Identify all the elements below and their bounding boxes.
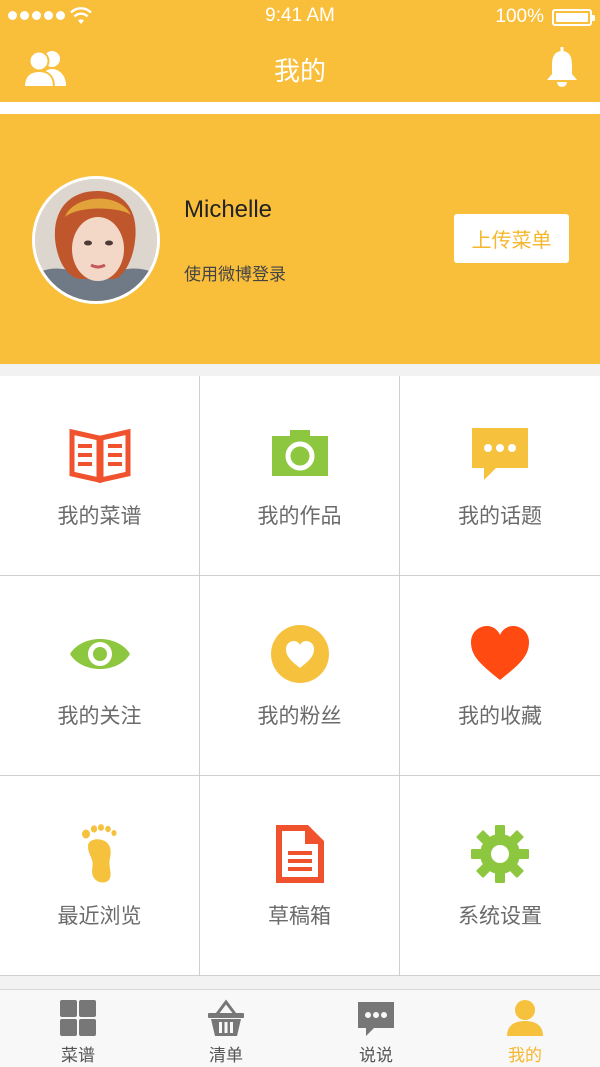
battery-percent: 100%: [495, 6, 544, 27]
camera-icon: [271, 430, 328, 476]
nav-divider: [0, 102, 600, 114]
heart-circle-icon: [270, 625, 329, 683]
tab-label: 说说: [359, 1046, 393, 1066]
grid-item-drafts[interactable]: 草稿箱: [200, 776, 400, 976]
message-icon: [358, 1002, 394, 1036]
login-method: 使用微博登录: [184, 265, 286, 285]
grid-item-label: 我的关注: [57, 704, 142, 728]
grid-tiles-icon: [60, 1000, 96, 1036]
grid-item-label: 系统设置: [458, 904, 542, 928]
username: Michelle: [184, 196, 273, 223]
grid-item-label: 草稿箱: [268, 904, 331, 928]
basket-icon: [208, 999, 244, 1036]
user-icon: [507, 1000, 543, 1036]
tab-talk[interactable]: 说说: [301, 990, 451, 1067]
grid-item-recent-browsing[interactable]: 最近浏览: [0, 776, 200, 976]
heart-icon: [471, 626, 529, 680]
recipe-book-icon: [69, 428, 130, 484]
nav-bar: 我的: [0, 34, 600, 102]
grid-item-label: 我的作品: [257, 504, 342, 528]
tab-list[interactable]: 清单: [151, 990, 301, 1067]
upload-menu-button[interactable]: 上传菜单: [454, 214, 569, 263]
profile-header: Michelle 使用微博登录 上传菜单: [0, 114, 600, 364]
tab-label: 我的: [508, 1046, 542, 1066]
avatar[interactable]: [32, 176, 160, 304]
footprint-icon: [81, 824, 117, 883]
tab-bar: 菜谱 清单 说说 我的: [0, 989, 600, 1067]
grid-item-label: 我的粉丝: [257, 704, 342, 728]
grid-item-my-favorites[interactable]: 我的收藏: [400, 576, 600, 776]
bell-icon[interactable]: [544, 47, 580, 87]
grid-item-label: 我的收藏: [458, 704, 542, 728]
draft-document-icon: [275, 825, 324, 883]
eye-icon: [69, 639, 130, 669]
grid-item-my-follows[interactable]: 我的关注: [0, 576, 200, 776]
grid-item-my-recipes[interactable]: 我的菜谱: [0, 376, 200, 576]
feature-grid: 我的菜谱 我的作品 我的话题 我的关注 我的粉丝 我的收藏 最近浏览 草稿箱 系…: [0, 376, 600, 976]
gear-icon: [471, 825, 529, 883]
tab-label: 菜谱: [61, 1046, 95, 1066]
battery-icon: [552, 9, 595, 26]
tab-mine[interactable]: 我的: [450, 990, 600, 1067]
page-title: 我的: [273, 57, 326, 87]
grid-item-my-works[interactable]: 我的作品: [200, 376, 400, 576]
chat-bubble-icon: [472, 428, 528, 480]
grid-item-label: 我的话题: [458, 504, 542, 528]
grid-item-label: 我的菜谱: [57, 504, 142, 528]
status-bar: 9:41 AM 100%: [0, 0, 600, 34]
grid-item-my-fans[interactable]: 我的粉丝: [200, 576, 400, 776]
grid-item-my-topics[interactable]: 我的话题: [400, 376, 600, 576]
grid-item-system-settings[interactable]: 系统设置: [400, 776, 600, 976]
tab-label: 清单: [209, 1046, 243, 1066]
tab-recipes[interactable]: 菜谱: [3, 990, 153, 1067]
grid-item-label: 最近浏览: [57, 904, 142, 928]
